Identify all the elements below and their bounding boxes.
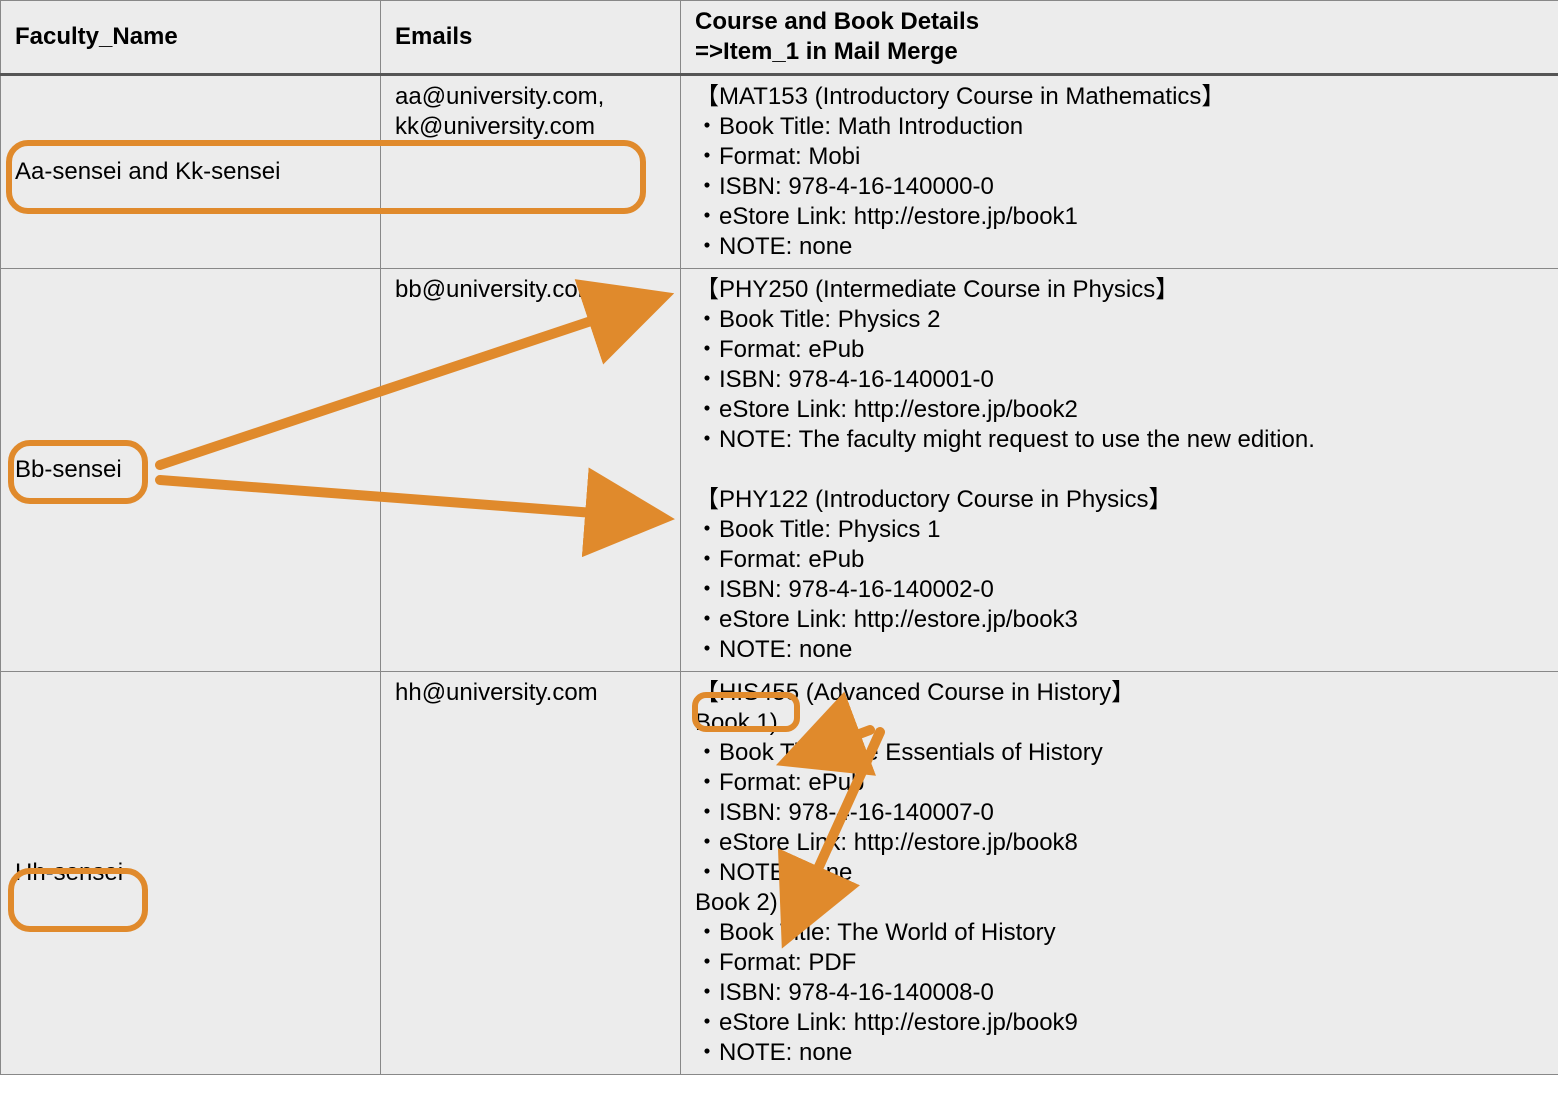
cell-faculty[interactable]: Bb-sensei	[1, 269, 381, 672]
cell-details[interactable]: 【HIS455 (Advanced Course in History】 Boo…	[681, 672, 1558, 1075]
cell-details[interactable]: 【PHY250 (Intermediate Course in Physics】…	[681, 269, 1558, 672]
cell-emails[interactable]: hh@university.com	[381, 672, 681, 1075]
header-row: Faculty_Name Emails Course and Book Deta…	[1, 1, 1558, 75]
cell-details[interactable]: 【MAT153 (Introductory Course in Mathemat…	[681, 75, 1558, 269]
header-details-line2: =>Item_1 in Mail Merge	[695, 38, 958, 65]
table-row: Aa-sensei and Kk-sensei aa@university.co…	[1, 75, 1558, 269]
cell-faculty[interactable]: Hh-sensei	[1, 672, 381, 1075]
data-table: Faculty_Name Emails Course and Book Deta…	[0, 0, 1558, 1075]
table-row: Hh-sensei hh@university.com 【HIS455 (Adv…	[1, 672, 1558, 1075]
header-emails: Emails	[381, 1, 681, 75]
cell-faculty[interactable]: Aa-sensei and Kk-sensei	[1, 75, 381, 269]
table-row: Bb-sensei bb@university.com 【PHY250 (Int…	[1, 269, 1558, 672]
header-faculty: Faculty_Name	[1, 1, 381, 75]
cell-emails[interactable]: aa@university.com, kk@university.com	[381, 75, 681, 269]
header-details: Course and Book Details =>Item_1 in Mail…	[681, 1, 1558, 75]
cell-emails[interactable]: bb@university.com	[381, 269, 681, 672]
spreadsheet-view: Faculty_Name Emails Course and Book Deta…	[0, 0, 1558, 1075]
header-details-line1: Course and Book Details	[695, 8, 979, 35]
